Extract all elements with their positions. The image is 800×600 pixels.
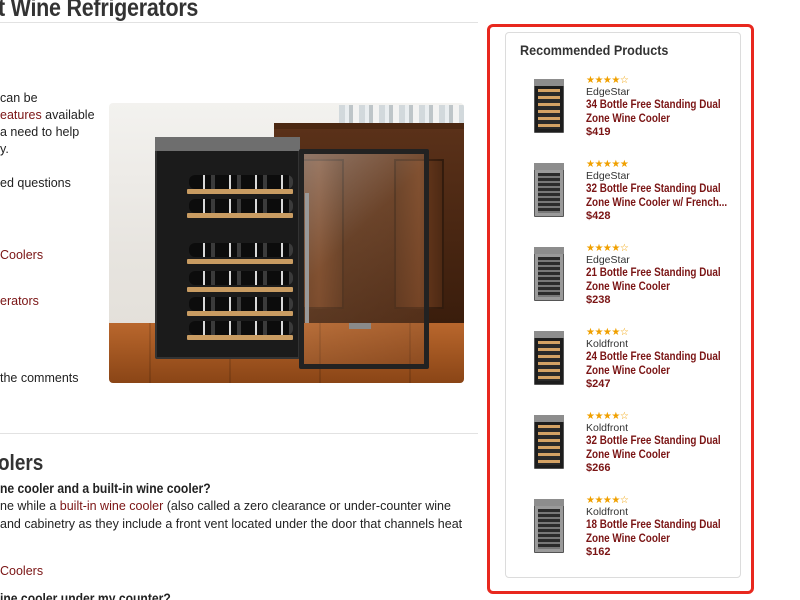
toc-link-coolers[interactable]: Coolers bbox=[0, 248, 43, 262]
text: y. bbox=[0, 142, 9, 156]
glass-door bbox=[299, 149, 429, 369]
page-title: t Wine Refrigerators bbox=[0, 0, 199, 22]
divider bbox=[0, 22, 478, 23]
highlight-frame bbox=[487, 24, 754, 594]
text: (also called a zero clearance or under-c… bbox=[163, 499, 451, 513]
toc-link-refrigerators[interactable]: erators bbox=[0, 294, 39, 308]
text: and cabinetry as they include a front ve… bbox=[0, 517, 463, 531]
text: a need to help bbox=[0, 125, 80, 139]
inline-link[interactable]: built-in wine cooler bbox=[60, 499, 164, 513]
inline-link[interactable]: eatures bbox=[0, 108, 42, 122]
faq-question: ine cooler under my counter? bbox=[0, 591, 171, 600]
faq-answer: ne while a built-in wine cooler (also ca… bbox=[0, 497, 478, 533]
section-heading: olers bbox=[0, 450, 44, 475]
text: can be bbox=[0, 91, 38, 105]
intro-line: a need to help bbox=[0, 124, 105, 141]
intro-line: eatures available bbox=[0, 107, 105, 124]
divider bbox=[0, 433, 478, 434]
text: available bbox=[41, 108, 95, 122]
text: ne while a bbox=[0, 499, 60, 513]
text: ed questions bbox=[0, 176, 71, 190]
wine-fridge-photo bbox=[109, 103, 464, 383]
intro-line bbox=[0, 158, 105, 175]
intro-paragraph: can be eatures available a need to help y. e… bbox=[0, 90, 105, 192]
answer-line: ne while a built-in wine cooler (also ca… bbox=[0, 497, 478, 515]
faq-question: ne cooler and a built-in wine cooler? bbox=[0, 481, 211, 496]
comments-text: the comments bbox=[0, 371, 79, 385]
intro-line: ed questions bbox=[0, 175, 105, 192]
answer-line: and cabinetry as they include a front ve… bbox=[0, 515, 478, 533]
link-coolers[interactable]: Coolers bbox=[0, 564, 43, 578]
intro-line: y. bbox=[0, 141, 105, 158]
glassware bbox=[339, 105, 464, 123]
intro-line: can be bbox=[0, 90, 105, 107]
